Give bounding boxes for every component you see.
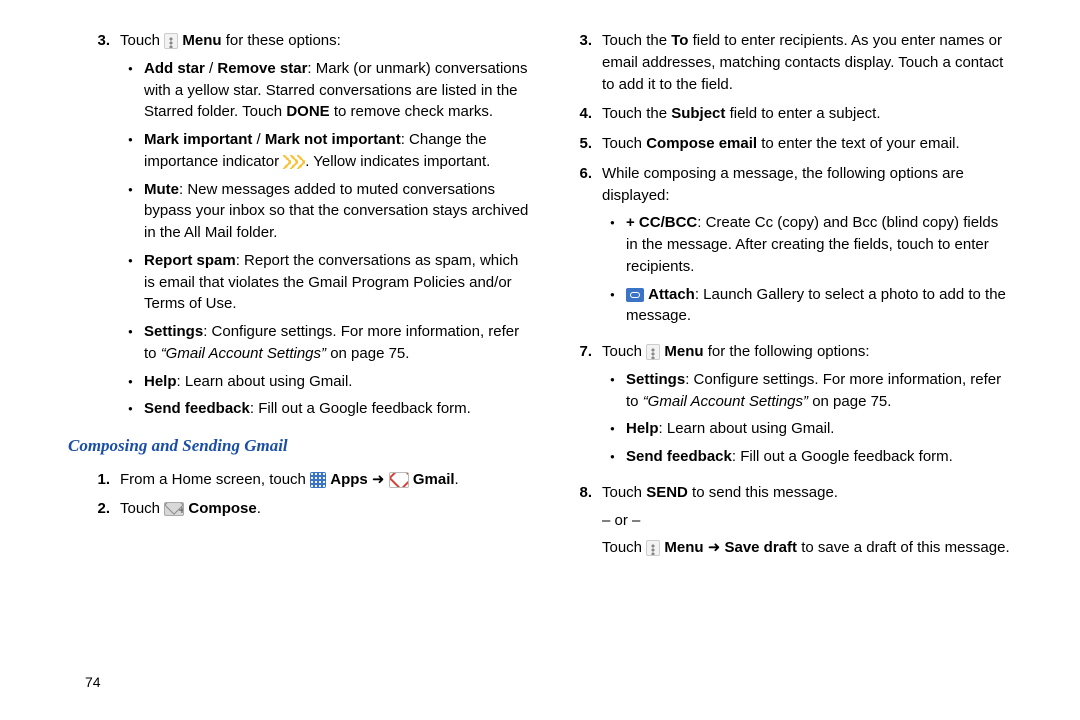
bullet-cc-bcc: ● + CC/BCC: Create Cc (copy) and Bcc (bl… (610, 212, 1012, 277)
bullet-attach: ● Attach: Launch Gallery to select a pho… (610, 284, 1012, 328)
r-step-7: 7. Touch Menu for the following options:… (550, 341, 1012, 474)
compose-icon (164, 502, 184, 516)
bullet-help: ● Help: Learn about using Gmail. (128, 371, 530, 393)
text: for these options: (226, 32, 341, 49)
menu-icon (646, 540, 660, 556)
r-step-8: 8. Touch SEND to send this message. – or… (550, 482, 1012, 559)
text: Touch (120, 32, 164, 49)
step-1: 1. From a Home screen, touch Apps ➜ Gmai… (68, 469, 530, 491)
menu-label: Menu (182, 32, 221, 49)
gmail-icon (389, 472, 409, 488)
or-divider: – or – (602, 510, 1012, 532)
page: 3. Touch Menu for these options: ● Add s… (0, 0, 1080, 720)
left-column: 3. Touch Menu for these options: ● Add s… (48, 30, 540, 720)
step-3: 3. Touch Menu for these options: ● Add s… (68, 30, 530, 426)
apps-icon (310, 472, 326, 488)
importance-chevrons-icon (283, 155, 305, 169)
r-step-3: 3. Touch the To field to enter recipient… (550, 30, 1012, 95)
bullet-settings-r: ● Settings: Configure settings. For more… (610, 369, 1012, 413)
attach-icon (626, 288, 644, 302)
bullet-report-spam: ● Report spam: Report the conversations … (128, 250, 530, 315)
section-heading: Composing and Sending Gmail (68, 434, 530, 459)
menu-icon (164, 33, 178, 49)
r-step-4: 4. Touch the Subject field to enter a su… (550, 103, 1012, 125)
bullet-send-feedback: ● Send feedback: Fill out a Google feedb… (128, 398, 530, 420)
step-number: 3. (68, 30, 120, 426)
bullet-add-star: ● Add star / Remove star: Mark (or unmar… (128, 58, 530, 123)
r-step-5: 5. Touch Compose email to enter the text… (550, 133, 1012, 155)
r-step-6: 6. While composing a message, the follow… (550, 163, 1012, 333)
bullet-mute: ● Mute: New messages added to muted conv… (128, 179, 530, 244)
bullet-settings: ● Settings: Configure settings. For more… (128, 321, 530, 365)
step-2: 2. Touch Compose. (68, 498, 530, 520)
bullet-mark-important: ● Mark important / Mark not important: C… (128, 129, 530, 173)
menu-icon (646, 344, 660, 360)
right-column: 3. Touch the To field to enter recipient… (540, 30, 1032, 720)
bullet-help-r: ● Help: Learn about using Gmail. (610, 418, 1012, 440)
page-number: 74 (85, 672, 101, 692)
bullet-send-feedback-r: ● Send feedback: Fill out a Google feedb… (610, 446, 1012, 468)
